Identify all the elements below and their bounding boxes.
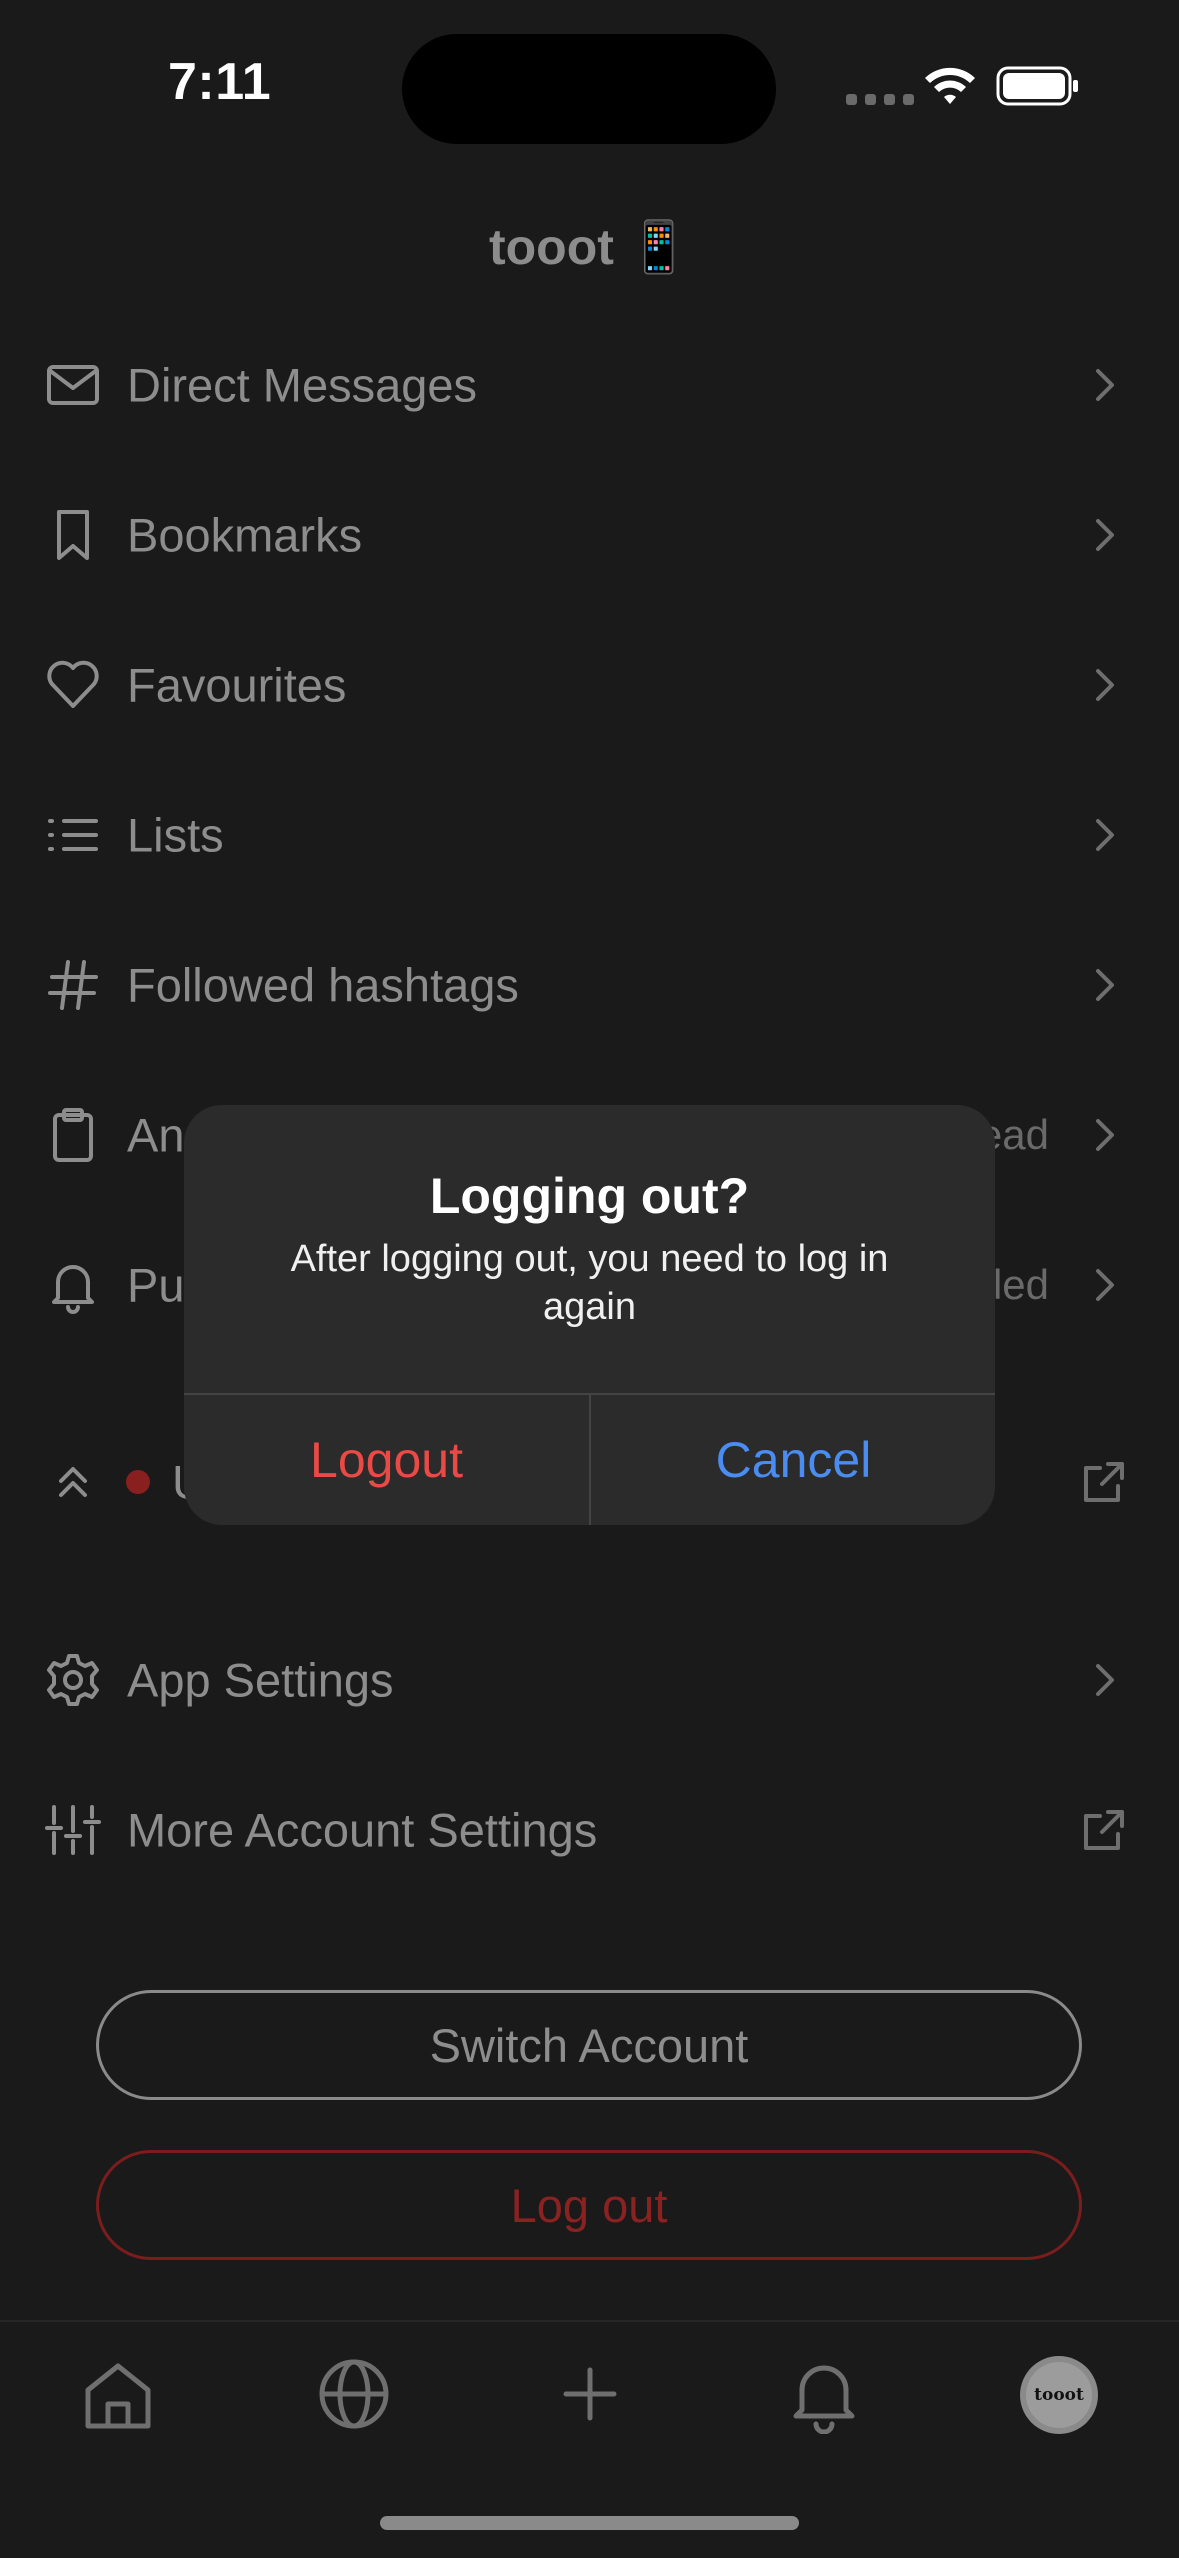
compose-tab-icon[interactable] bbox=[550, 2354, 630, 2434]
menu-item-direct-messages[interactable]: Direct Messages bbox=[0, 310, 1179, 460]
chevron-right-icon bbox=[1096, 519, 1114, 551]
page-title: tooot 📱 bbox=[488, 219, 691, 275]
bookmark-icon bbox=[57, 510, 89, 560]
wifi-icon bbox=[925, 67, 975, 104]
avatar-logo: tooot bbox=[1026, 2362, 1092, 2428]
home-indicator bbox=[380, 2516, 799, 2530]
menu-item-label: Followed hashtags bbox=[127, 958, 519, 1012]
chevrons-up-icon bbox=[59, 1467, 87, 1497]
hash-icon bbox=[48, 960, 98, 1010]
chevron-right-icon bbox=[1096, 819, 1114, 851]
chevron-right-icon bbox=[1096, 1119, 1114, 1151]
bell-icon bbox=[52, 1265, 94, 1314]
chevron-right-icon bbox=[1096, 369, 1114, 401]
gear-icon bbox=[47, 1654, 99, 1706]
mail-icon bbox=[47, 365, 99, 405]
menu-item-label: Pu bbox=[127, 1258, 185, 1312]
status-time: 7:11 bbox=[168, 53, 272, 111]
menu-item-more-account-settings[interactable]: More Account Settings bbox=[0, 1755, 1179, 1905]
menu-item-label: App Settings bbox=[127, 1653, 394, 1707]
menu-item-favourites[interactable]: Favourites bbox=[0, 610, 1179, 760]
alert-cancel-button[interactable]: Cancel bbox=[591, 1395, 995, 1525]
chevron-right-icon bbox=[1096, 969, 1114, 1001]
menu-item-value: led bbox=[992, 1261, 1049, 1308]
menu-item-lists[interactable]: Lists bbox=[0, 760, 1179, 910]
chevron-right-icon bbox=[1096, 1664, 1114, 1696]
heart-icon bbox=[47, 660, 99, 708]
external-link-icon bbox=[1084, 1462, 1124, 1502]
chevron-right-icon bbox=[1096, 1269, 1114, 1301]
menu-item-label: Direct Messages bbox=[127, 358, 477, 412]
switch-account-button[interactable]: Switch Account bbox=[96, 1990, 1082, 2100]
profile-tab-avatar[interactable]: tooot bbox=[1020, 2356, 1098, 2434]
chevron-right-icon bbox=[1096, 669, 1114, 701]
alert-title: Logging out? bbox=[429, 1168, 750, 1224]
alert-message: After logging out, you need to log in ag… bbox=[290, 1238, 889, 1328]
menu-item-bookmarks[interactable]: Bookmarks bbox=[0, 460, 1179, 610]
home-tab-icon[interactable] bbox=[78, 2354, 158, 2434]
sliders-icon bbox=[45, 1805, 101, 1855]
globe-tab-icon[interactable] bbox=[314, 2354, 394, 2434]
menu-item-app-settings[interactable]: App Settings bbox=[0, 1605, 1179, 1755]
unread-dot bbox=[126, 1470, 150, 1494]
external-link-icon bbox=[1084, 1810, 1124, 1850]
dynamic-island bbox=[402, 34, 776, 144]
menu-item-label: Bookmarks bbox=[127, 508, 363, 562]
notifications-tab-icon[interactable] bbox=[784, 2354, 864, 2434]
menu-item-label: An bbox=[127, 1108, 185, 1162]
list-icon bbox=[48, 819, 98, 851]
clipboard-icon bbox=[53, 1108, 93, 1162]
log-out-button[interactable]: Log out bbox=[96, 2150, 1082, 2260]
cellular-signal-icon bbox=[846, 94, 914, 105]
menu-item-label: Favourites bbox=[127, 658, 347, 712]
logout-alert-dialog: Logging out? After logging out, you need… bbox=[184, 1105, 995, 1525]
battery-icon bbox=[996, 66, 1078, 106]
menu-item-label: Lists bbox=[127, 808, 224, 862]
more-screen: 7:11 tooot 📱 Direct Messages Bookmarks F… bbox=[0, 0, 1179, 2558]
menu-item-followed-hashtags[interactable]: Followed hashtags bbox=[0, 910, 1179, 1060]
alert-logout-button[interactable]: Logout bbox=[184, 1395, 589, 1525]
menu-item-label: More Account Settings bbox=[127, 1803, 598, 1857]
